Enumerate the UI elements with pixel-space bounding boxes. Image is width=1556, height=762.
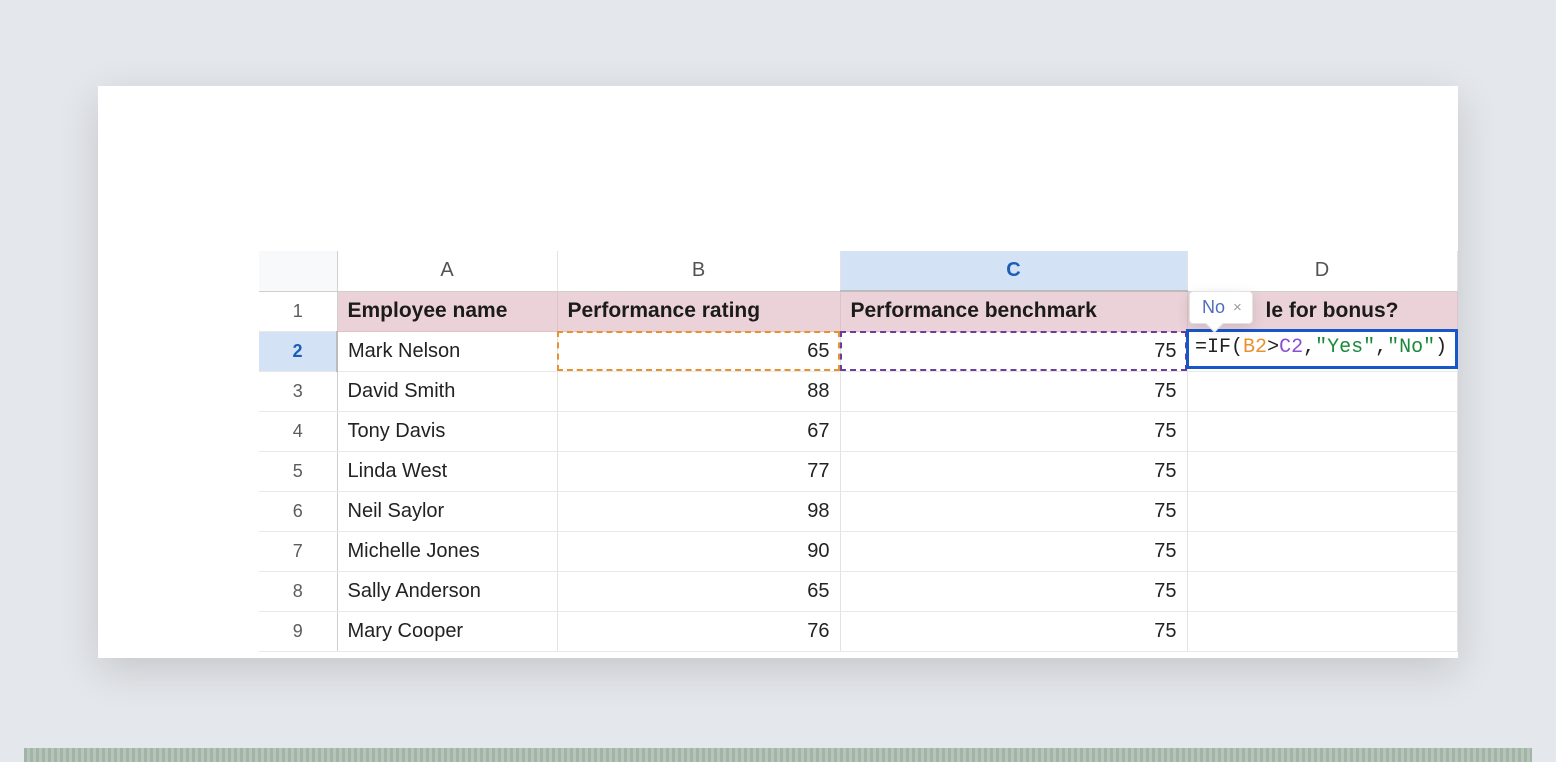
cell-B6[interactable]: 98 (557, 491, 840, 531)
cell-B8[interactable]: 65 (557, 571, 840, 611)
tooltip-close-icon[interactable]: × (1233, 299, 1242, 316)
formula-paren-close: ) (1435, 336, 1447, 359)
cell-A9[interactable]: Mary Cooper (337, 611, 557, 651)
cell-A8[interactable]: Sally Anderson (337, 571, 557, 611)
table-row: 9 Mary Cooper 76 75 (259, 611, 1457, 651)
formula-equals: = (1195, 336, 1207, 359)
row-header-1[interactable]: 1 (259, 291, 337, 331)
cell-B5[interactable]: 77 (557, 451, 840, 491)
formula-comma-2: , (1375, 336, 1387, 359)
cell-C8[interactable]: 75 (840, 571, 1187, 611)
formula-operator: > (1267, 336, 1279, 359)
cell-A5[interactable]: Linda West (337, 451, 557, 491)
col-header-C[interactable]: C (840, 251, 1187, 291)
cell-B2[interactable]: 65 (557, 331, 840, 371)
cell-D8[interactable] (1187, 571, 1457, 611)
cell-A1[interactable]: Employee name (337, 291, 557, 331)
table-row: 8 Sally Anderson 65 75 (259, 571, 1457, 611)
formula-string-no: "No" (1387, 336, 1435, 359)
col-header-A[interactable]: A (337, 251, 557, 291)
select-all-corner[interactable] (259, 251, 337, 291)
cell-D9[interactable] (1187, 611, 1457, 651)
tooltip-value: No (1202, 297, 1225, 318)
formula-ref-C2: C2 (1279, 336, 1303, 359)
cell-C6[interactable]: 75 (840, 491, 1187, 531)
formula-comma-1: , (1303, 336, 1315, 359)
cell-D6[interactable] (1187, 491, 1457, 531)
cell-C9[interactable]: 75 (840, 611, 1187, 651)
cell-C2[interactable]: 75 (840, 331, 1187, 371)
cell-A7[interactable]: Michelle Jones (337, 531, 557, 571)
cell-C3[interactable]: 75 (840, 371, 1187, 411)
row-header-3[interactable]: 3 (259, 371, 337, 411)
col-header-B[interactable]: B (557, 251, 840, 291)
row-header-6[interactable]: 6 (259, 491, 337, 531)
formula-ref-B2: B2 (1243, 336, 1267, 359)
row-header-4[interactable]: 4 (259, 411, 337, 451)
cell-A4[interactable]: Tony Davis (337, 411, 557, 451)
cell-B7[interactable]: 90 (557, 531, 840, 571)
formula-function-name: IF (1207, 336, 1231, 359)
cell-B4[interactable]: 67 (557, 411, 840, 451)
formula-result-tooltip: No × (1189, 291, 1253, 324)
cell-C7[interactable]: 75 (840, 531, 1187, 571)
table-row: 3 David Smith 88 75 (259, 371, 1457, 411)
cell-B9[interactable]: 76 (557, 611, 840, 651)
cell-C1[interactable]: Performance benchmark (840, 291, 1187, 331)
row-header-5[interactable]: 5 (259, 451, 337, 491)
spreadsheet-grid[interactable]: A B C D 1 Employee name Performance rati… (259, 251, 1457, 652)
spreadsheet-card: A B C D 1 Employee name Performance rati… (98, 86, 1458, 658)
formula-string-yes: "Yes" (1315, 336, 1375, 359)
cell-A3[interactable]: David Smith (337, 371, 557, 411)
cell-A6[interactable]: Neil Saylor (337, 491, 557, 531)
formula-paren-open: ( (1231, 336, 1243, 359)
cell-C5[interactable]: 75 (840, 451, 1187, 491)
cell-C4[interactable]: 75 (840, 411, 1187, 451)
table-row: 6 Neil Saylor 98 75 (259, 491, 1457, 531)
cell-A2[interactable]: Mark Nelson (337, 331, 557, 371)
cell-D5[interactable] (1187, 451, 1457, 491)
table-row: 7 Michelle Jones 90 75 (259, 531, 1457, 571)
cell-B1[interactable]: Performance rating (557, 291, 840, 331)
cell-D2-formula-editor[interactable]: =IF(B2>C2,"Yes","No") (1186, 329, 1458, 369)
row-header-2[interactable]: 2 (259, 331, 337, 371)
row-header-8[interactable]: 8 (259, 571, 337, 611)
table-row: 5 Linda West 77 75 (259, 451, 1457, 491)
column-header-row: A B C D (259, 251, 1457, 291)
cell-D4[interactable] (1187, 411, 1457, 451)
row-header-7[interactable]: 7 (259, 531, 337, 571)
footer-decoration (24, 748, 1532, 762)
cell-D3[interactable] (1187, 371, 1457, 411)
cell-B3[interactable]: 88 (557, 371, 840, 411)
col-header-D[interactable]: D (1187, 251, 1457, 291)
table-header-row: 1 Employee name Performance rating Perfo… (259, 291, 1457, 331)
cell-D7[interactable] (1187, 531, 1457, 571)
row-header-9[interactable]: 9 (259, 611, 337, 651)
table-row: 4 Tony Davis 67 75 (259, 411, 1457, 451)
